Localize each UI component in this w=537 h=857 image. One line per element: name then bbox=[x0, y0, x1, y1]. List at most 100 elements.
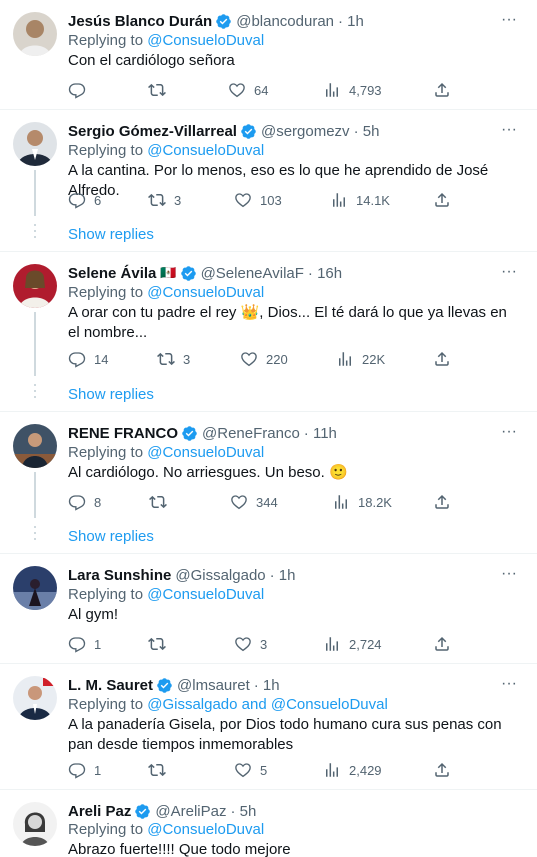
verified-badge-icon bbox=[241, 123, 256, 139]
like-button[interactable]: 64 bbox=[228, 80, 268, 100]
reply-mention[interactable]: @ConsueloDuval bbox=[147, 284, 264, 301]
views-button[interactable]: 18.2K bbox=[332, 492, 392, 512]
author-handle[interactable]: @lmsauret bbox=[177, 677, 250, 694]
more-icon[interactable]: ··· bbox=[499, 424, 519, 446]
share-button[interactable] bbox=[433, 492, 451, 512]
retweet-button[interactable]: 3 bbox=[148, 190, 181, 210]
like-button[interactable]: 220 bbox=[240, 349, 288, 369]
author-handle[interactable]: @AreliPaz bbox=[155, 803, 226, 820]
tweet[interactable]: RENE FRANCO @ReneFranco · 11h ··· Replyi… bbox=[0, 412, 537, 554]
avatar[interactable] bbox=[13, 424, 57, 468]
action-bar: 8 344 18.2K bbox=[68, 492, 453, 512]
retweet-button[interactable] bbox=[148, 760, 174, 780]
like-button[interactable]: 5 bbox=[234, 760, 267, 780]
author-handle[interactable]: @SeleneAvilaF bbox=[201, 265, 304, 282]
reply-mention[interactable]: @ConsueloDuval bbox=[147, 142, 264, 159]
retweet-button[interactable] bbox=[148, 80, 174, 100]
heart-icon bbox=[235, 763, 251, 778]
retweet-button[interactable] bbox=[149, 492, 175, 512]
avatar[interactable] bbox=[13, 122, 57, 166]
tweet-header: Selene Ávila 🇲🇽 @SeleneAvilaF · 16h bbox=[68, 263, 497, 283]
author-name[interactable]: RENE FRANCO bbox=[68, 425, 178, 442]
share-icon bbox=[435, 494, 449, 509]
more-icon[interactable]: ··· bbox=[499, 566, 519, 588]
reply-button[interactable]: 8 bbox=[68, 492, 101, 512]
like-button[interactable]: 103 bbox=[234, 190, 282, 210]
reply-icon bbox=[68, 352, 86, 368]
share-button[interactable] bbox=[433, 190, 451, 210]
author-handle[interactable]: @blancoduran bbox=[236, 13, 334, 30]
thread-line bbox=[34, 312, 36, 376]
author-name[interactable]: Lara Sunshine bbox=[68, 567, 171, 584]
tweet-time[interactable]: · 5h bbox=[230, 803, 256, 820]
like-button[interactable]: 3 bbox=[234, 634, 267, 654]
reply-button[interactable]: 1 bbox=[68, 760, 101, 780]
tweet-time[interactable]: · 16h bbox=[308, 265, 342, 282]
author-name[interactable]: L. M. Sauret bbox=[68, 677, 153, 694]
tweet[interactable]: Jesús Blanco Durán @blancoduran · 1h ···… bbox=[0, 0, 537, 110]
action-bar: 64 4,793 bbox=[68, 80, 453, 100]
avatar[interactable] bbox=[13, 566, 57, 610]
like-button[interactable]: 344 bbox=[230, 492, 278, 512]
reply-mention[interactable]: @ConsueloDuval bbox=[147, 586, 264, 603]
retweet-icon bbox=[148, 637, 166, 651]
author-handle[interactable]: @sergomezv bbox=[261, 123, 350, 140]
views-button[interactable]: 4,793 bbox=[323, 80, 382, 100]
tweet[interactable]: Selene Ávila 🇲🇽 @SeleneAvilaF · 16h ··· … bbox=[0, 252, 537, 412]
reply-icon bbox=[68, 193, 86, 209]
show-replies-link[interactable]: Show replies bbox=[68, 226, 154, 243]
reply-mention[interactable]: @ConsueloDuval bbox=[147, 444, 264, 461]
more-icon[interactable]: ··· bbox=[499, 12, 519, 34]
views-button[interactable]: 2,724 bbox=[323, 634, 382, 654]
author-name[interactable]: Sergio Gómez-Villarreal bbox=[68, 123, 237, 140]
more-icon[interactable]: ··· bbox=[499, 264, 519, 286]
reply-count: 6 bbox=[94, 192, 102, 208]
share-button[interactable] bbox=[433, 80, 451, 100]
share-button[interactable] bbox=[433, 634, 451, 654]
tweet[interactable]: Lara Sunshine @Gissalgado · 1h ··· Reply… bbox=[0, 554, 537, 664]
retweet-button[interactable] bbox=[148, 634, 174, 654]
share-button[interactable] bbox=[433, 349, 451, 369]
replying-to: Replying to @ConsueloDuval bbox=[68, 284, 264, 301]
author-name[interactable]: Jesús Blanco Durán bbox=[68, 13, 212, 30]
avatar[interactable] bbox=[13, 264, 57, 308]
retweet-button[interactable]: 3 bbox=[157, 349, 190, 369]
retweet-icon bbox=[148, 193, 166, 207]
tweet-time[interactable]: · 1h bbox=[338, 13, 364, 30]
reply-button[interactable] bbox=[68, 80, 94, 100]
views-button[interactable]: 14.1K bbox=[330, 190, 390, 210]
views-button[interactable]: 22K bbox=[336, 349, 385, 369]
tweet[interactable]: L. M. Sauret @lmsauret · 1h ··· Replying… bbox=[0, 664, 537, 790]
tweet-time[interactable]: · 11h bbox=[304, 425, 337, 442]
tweet-time[interactable]: · 5h bbox=[354, 123, 380, 140]
tweet-time[interactable]: · 1h bbox=[270, 567, 296, 584]
author-name[interactable]: Areli Paz bbox=[68, 803, 131, 820]
reply-mention[interactable]: @ConsueloDuval bbox=[147, 32, 264, 49]
more-icon[interactable]: ··· bbox=[499, 676, 519, 698]
action-bar: 1 5 2,429 bbox=[68, 760, 453, 780]
reply-button[interactable]: 6 bbox=[68, 190, 101, 210]
views-button[interactable]: 2,429 bbox=[323, 760, 382, 780]
more-icon[interactable]: ··· bbox=[499, 122, 519, 144]
tweet[interactable]: Sergio Gómez-Villarreal @sergomezv · 5h … bbox=[0, 110, 537, 252]
replies-feed: Jesús Blanco Durán @blancoduran · 1h ···… bbox=[0, 0, 537, 857]
author-handle[interactable]: @ReneFranco bbox=[202, 425, 300, 442]
avatar[interactable] bbox=[13, 12, 57, 56]
reply-button[interactable]: 1 bbox=[68, 634, 101, 654]
author-handle[interactable]: @Gissalgado bbox=[175, 567, 265, 584]
author-name[interactable]: Selene Ávila bbox=[68, 265, 156, 282]
reply-button[interactable]: 14 bbox=[68, 349, 108, 369]
views-count: 4,793 bbox=[349, 82, 382, 98]
avatar[interactable] bbox=[13, 802, 57, 846]
thread-line bbox=[34, 472, 36, 518]
show-replies-link[interactable]: Show replies bbox=[68, 528, 154, 545]
show-replies-link[interactable]: Show replies bbox=[68, 386, 154, 403]
reply-mention[interactable]: @Gissalgado and @ConsueloDuval bbox=[147, 696, 388, 713]
tweet[interactable]: Areli Paz @AreliPaz · 5h Replying to @Co… bbox=[0, 790, 537, 857]
share-button[interactable] bbox=[433, 760, 451, 780]
mexico-flag-icon: 🇲🇽 bbox=[160, 265, 177, 280]
tweet-time[interactable]: · 1h bbox=[254, 677, 280, 694]
avatar[interactable] bbox=[13, 676, 57, 720]
reply-mention[interactable]: @ConsueloDuval bbox=[147, 821, 264, 838]
thread-dots bbox=[34, 384, 36, 402]
